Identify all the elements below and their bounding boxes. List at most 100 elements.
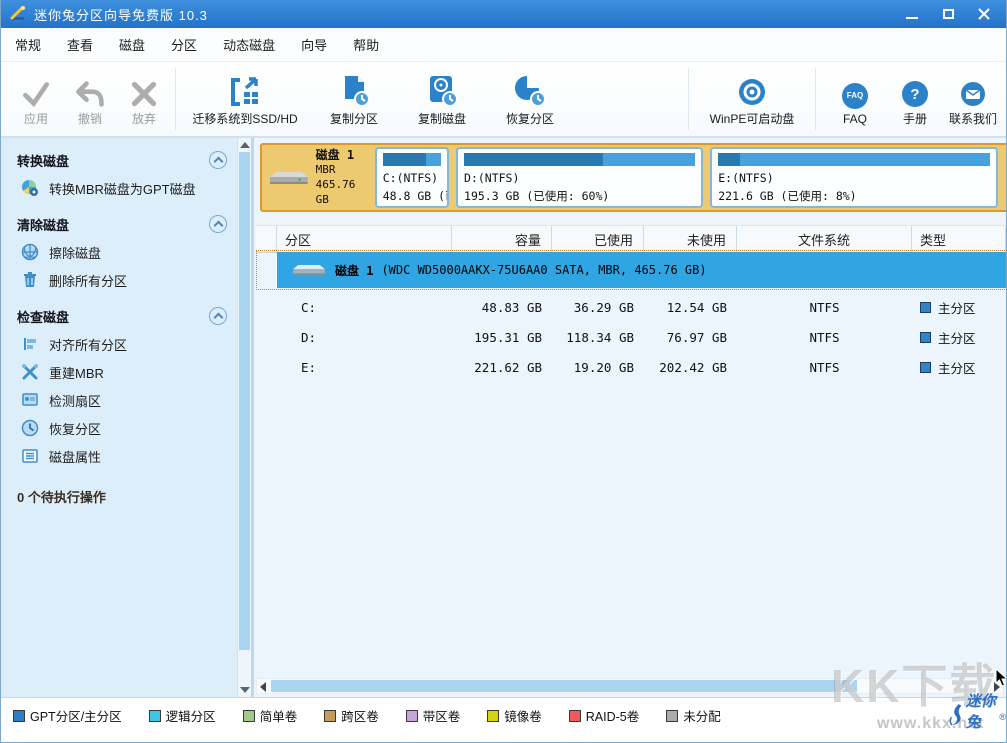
app-logo-icon (9, 5, 27, 23)
collapse-button[interactable] (209, 215, 227, 233)
copy-disk-button[interactable]: 复制磁盘 (398, 62, 486, 136)
menu-view[interactable]: 查看 (67, 35, 93, 54)
sidebar-item-surface-test[interactable]: 检测扇区 (1, 386, 237, 414)
primary-partition-swatch (920, 332, 931, 343)
tools-icon (21, 363, 39, 381)
row-used: 19.20 GB (552, 352, 644, 382)
menu-general[interactable]: 常规 (15, 35, 41, 54)
column-partition[interactable]: 分区 (277, 226, 452, 252)
undo-button[interactable]: 撤销 (63, 62, 117, 136)
manual-button[interactable]: ? 手册 (890, 62, 940, 136)
table-row[interactable]: D: 195.31 GB 118.34 GB 76.97 GB NTFS 主分区 (256, 322, 1006, 352)
winpe-bootable-button[interactable]: WinPE可启动盘 (693, 62, 811, 136)
disk-name: 磁盘 1 (316, 147, 375, 163)
undo-arrow-icon (75, 71, 105, 107)
column-filesystem[interactable]: 文件系统 (737, 226, 912, 252)
primary-partition-swatch (920, 302, 931, 313)
sidebar-item-rebuild-mbr[interactable]: 重建MBR (1, 358, 237, 386)
copy-partition-button[interactable]: 复制分区 (310, 62, 398, 136)
minimize-button[interactable] (904, 6, 920, 22)
hard-drive-icon (291, 260, 327, 280)
close-button[interactable] (976, 6, 992, 22)
row-type: 主分区 (912, 292, 1006, 322)
recover-partition-button[interactable]: 恢复分区 (486, 62, 574, 136)
apply-button[interactable]: 应用 (9, 62, 63, 136)
align-partitions-icon (21, 335, 39, 353)
title-bar: 迷你兔分区向导免费版 10.3 (1, 0, 1006, 28)
row-used: 36.29 GB (552, 292, 644, 322)
horizontal-scrollbar[interactable] (256, 678, 1004, 694)
legend-spanned-volume: 跨区卷 (324, 706, 379, 725)
sidebar-item-wipe-disk[interactable]: 擦除磁盘 (1, 238, 237, 266)
sidebar-item-disk-properties[interactable]: 磁盘属性 (1, 442, 237, 470)
header-indicator-column (256, 226, 277, 252)
column-used[interactable]: 已使用 (552, 226, 644, 252)
collapse-button[interactable] (209, 151, 227, 169)
column-unused[interactable]: 未使用 (644, 226, 737, 252)
row-filesystem: NTFS (737, 322, 912, 352)
menu-dynamic-disk[interactable]: 动态磁盘 (223, 35, 275, 54)
contact-button[interactable]: 联系我们 (940, 62, 1006, 136)
partition-block-c[interactable]: C:(NTFS) 48.8 GB (已 (375, 147, 449, 208)
migrate-os-icon (228, 71, 262, 107)
winpe-disc-icon (737, 71, 767, 107)
menu-help[interactable]: 帮助 (353, 35, 379, 54)
legend-swatch (666, 710, 678, 722)
row-unused: 12.54 GB (644, 292, 737, 322)
sidebar-item-convert-mbr-to-gpt[interactable]: 转换MBR磁盘为GPT磁盘 (1, 174, 237, 202)
legend-swatch (13, 710, 25, 722)
action-sidebar: 转换磁盘 转换MBR磁盘为GPT磁盘 清除磁盘 (1, 138, 237, 697)
disk-map-disk-info[interactable]: 磁盘 1 MBR 465.76 GB (264, 147, 375, 208)
legend-striped-volume: 带区卷 (406, 706, 461, 725)
table-row[interactable]: C: 48.83 GB 36.29 GB 12.54 GB NTFS 主分区 (256, 292, 1006, 322)
disk-map[interactable]: 磁盘 1 MBR 465.76 GB C:(NTFS) 48.8 GB (已 D… (260, 143, 1007, 212)
migrate-os-button[interactable]: 迁移系统到SSD/HD (180, 62, 310, 136)
usage-bar (464, 153, 695, 166)
trash-icon (21, 271, 39, 289)
faq-button[interactable]: FAQ FAQ (820, 62, 890, 136)
sidebar-scrollbar[interactable] (237, 138, 251, 697)
menu-disk[interactable]: 磁盘 (119, 35, 145, 54)
partition-info: 195.3 GB (已使用: 60%) (464, 187, 695, 205)
row-type: 主分区 (912, 322, 1006, 352)
copy-disk-icon (425, 71, 459, 107)
disk-scheme: MBR (316, 163, 375, 178)
row-partition: C: (277, 292, 452, 322)
sidebar-item-delete-all-partitions[interactable]: 删除所有分区 (1, 266, 237, 294)
disk-panel: 磁盘 1 MBR 465.76 GB C:(NTFS) 48.8 GB (已 D… (254, 138, 1006, 697)
partition-block-e[interactable]: E:(NTFS) 221.6 GB (已使用: 8%) (710, 147, 998, 208)
partition-info: 221.6 GB (已使用: 8%) (718, 187, 990, 205)
section-check-disk: 检查磁盘 (1, 302, 237, 330)
discard-button[interactable]: 放弃 (117, 62, 171, 136)
partition-block-d[interactable]: D:(NTFS) 195.3 GB (已使用: 60%) (456, 147, 703, 208)
sidebar-item-align-all-partitions[interactable]: 对齐所有分区 (1, 330, 237, 358)
scrollbar-thumb[interactable] (239, 152, 250, 650)
pending-operations-label: 0 个待执行操作 (1, 482, 237, 510)
menu-wizard[interactable]: 向导 (301, 35, 327, 54)
column-capacity[interactable]: 容量 (452, 226, 552, 252)
hard-drive-icon (268, 166, 310, 190)
maximize-button[interactable] (940, 6, 956, 22)
section-convert-disk: 转换磁盘 (1, 146, 237, 174)
legend-unallocated: 未分配 (666, 706, 721, 725)
scrollbar-thumb[interactable] (271, 680, 857, 692)
column-type[interactable]: 类型 (912, 226, 1006, 252)
row-type: 主分区 (912, 352, 1006, 382)
recover-partition-icon (513, 71, 547, 107)
toolbar: 应用 撤销 放弃 迁移系统到SSD/HD (1, 62, 1006, 138)
scroll-right-arrow[interactable] (994, 682, 1000, 692)
usage-bar (718, 153, 990, 166)
legend-swatch (149, 710, 161, 722)
collapse-button[interactable] (209, 307, 227, 325)
disk-row-selected[interactable]: 磁盘 1 (WDC WD5000AAKX-75U6AA0 SATA, MBR, … (277, 252, 1007, 288)
legend-swatch (243, 710, 255, 722)
primary-partition-swatch (920, 362, 931, 373)
legend-logical: 逻辑分区 (149, 706, 216, 725)
question-icon: ? (902, 71, 928, 107)
table-row[interactable]: E: 221.62 GB 19.20 GB 202.42 GB NTFS 主分区 (256, 352, 1006, 382)
scroll-down-arrow[interactable] (240, 687, 250, 693)
sidebar-item-recover-partition[interactable]: 恢复分区 (1, 414, 237, 442)
scroll-left-arrow[interactable] (260, 682, 266, 692)
scroll-up-arrow[interactable] (240, 142, 250, 148)
menu-partition[interactable]: 分区 (171, 35, 197, 54)
